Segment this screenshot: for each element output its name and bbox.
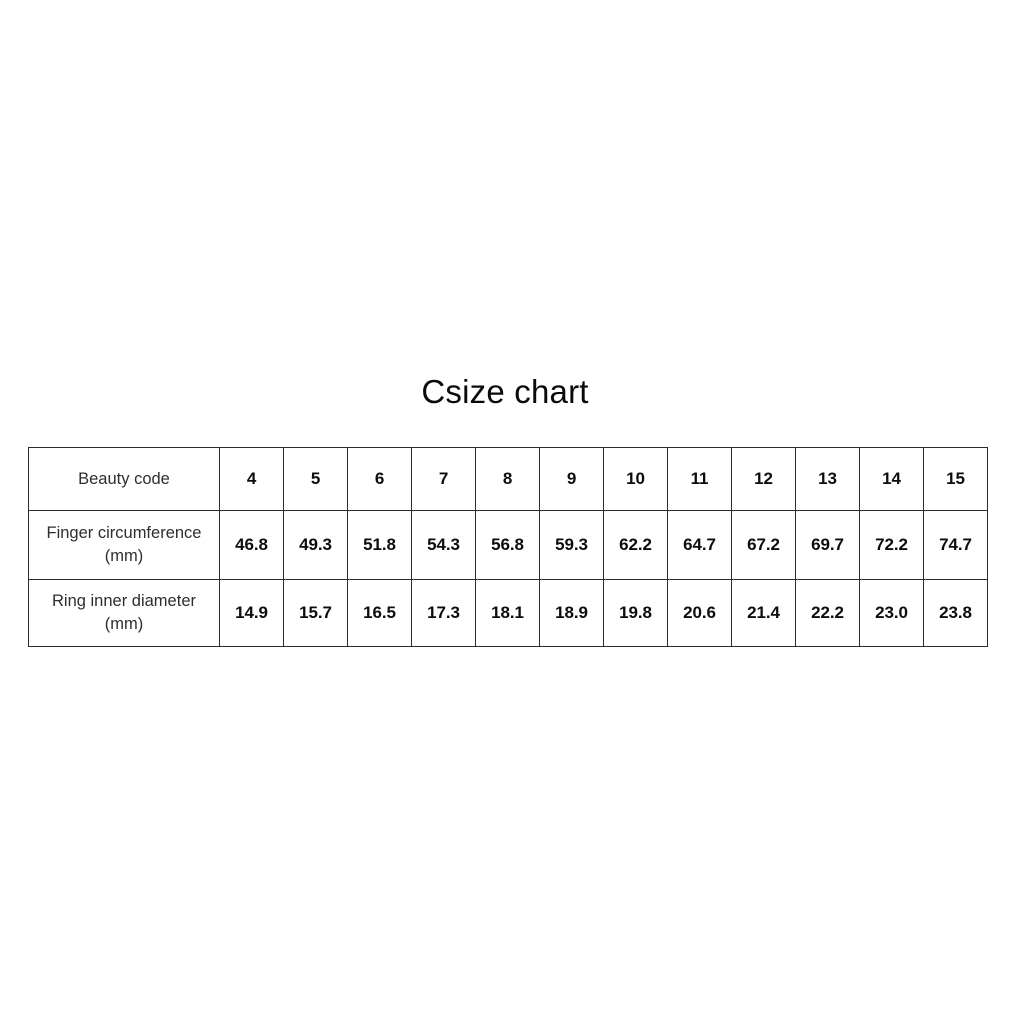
cell-finger-circumference-1: 49.3 xyxy=(283,510,348,580)
cell-ring-inner-diameter-0: 14.9 xyxy=(219,579,284,647)
row-label-ring-inner-diameter: Ring inner diameter (mm) xyxy=(28,579,220,647)
cell-finger-circumference-11: 74.7 xyxy=(923,510,988,580)
cell-ring-inner-diameter-6: 19.8 xyxy=(603,579,668,647)
cell-beauty-code-6: 10 xyxy=(603,447,668,511)
page-root: Csize chart Beauty code 4 5 6 7 8 9 10 1… xyxy=(0,0,1010,1010)
table-body: Beauty code 4 5 6 7 8 9 10 11 12 13 14 1… xyxy=(28,447,988,647)
cell-ring-inner-diameter-5: 18.9 xyxy=(539,579,604,647)
row-label-unit: (mm) xyxy=(104,547,144,565)
cell-finger-circumference-8: 67.2 xyxy=(731,510,796,580)
cell-ring-inner-diameter-2: 16.5 xyxy=(347,579,412,647)
row-label-unit: (mm) xyxy=(104,615,144,633)
cell-finger-circumference-6: 62.2 xyxy=(603,510,668,580)
cell-finger-circumference-4: 56.8 xyxy=(475,510,540,580)
row-label-text: Beauty code xyxy=(78,469,170,488)
cell-beauty-code-2: 6 xyxy=(347,447,412,511)
cell-beauty-code-4: 8 xyxy=(475,447,540,511)
cell-ring-inner-diameter-8: 21.4 xyxy=(731,579,796,647)
page-title: Csize chart xyxy=(421,373,589,410)
table-row: Beauty code 4 5 6 7 8 9 10 11 12 13 14 1… xyxy=(28,447,988,511)
size-chart-container: Beauty code 4 5 6 7 8 9 10 11 12 13 14 1… xyxy=(28,447,988,647)
cell-ring-inner-diameter-9: 22.2 xyxy=(795,579,860,647)
row-label-text: Ring inner diameter xyxy=(52,592,196,610)
cell-ring-inner-diameter-1: 15.7 xyxy=(283,579,348,647)
table-row: Ring inner diameter (mm) 14.9 15.7 16.5 … xyxy=(28,579,988,647)
cell-finger-circumference-10: 72.2 xyxy=(859,510,924,580)
cell-ring-inner-diameter-7: 20.6 xyxy=(667,579,732,647)
ring-size-table: Beauty code 4 5 6 7 8 9 10 11 12 13 14 1… xyxy=(28,447,988,647)
cell-ring-inner-diameter-4: 18.1 xyxy=(475,579,540,647)
cell-beauty-code-1: 5 xyxy=(283,447,348,511)
row-label-beauty-code: Beauty code xyxy=(28,447,220,511)
cell-beauty-code-7: 11 xyxy=(667,447,732,511)
cell-beauty-code-0: 4 xyxy=(219,447,284,511)
cell-beauty-code-3: 7 xyxy=(411,447,476,511)
cell-finger-circumference-2: 51.8 xyxy=(347,510,412,580)
cell-beauty-code-8: 12 xyxy=(731,447,796,511)
cell-finger-circumference-3: 54.3 xyxy=(411,510,476,580)
row-label-text: Finger circumference xyxy=(46,524,202,542)
cell-finger-circumference-9: 69.7 xyxy=(795,510,860,580)
cell-beauty-code-5: 9 xyxy=(539,447,604,511)
cell-ring-inner-diameter-10: 23.0 xyxy=(859,579,924,647)
cell-finger-circumference-0: 46.8 xyxy=(219,510,284,580)
row-label-finger-circumference: Finger circumference (mm) xyxy=(28,510,220,580)
cell-beauty-code-10: 14 xyxy=(859,447,924,511)
cell-beauty-code-11: 15 xyxy=(923,447,988,511)
cell-ring-inner-diameter-3: 17.3 xyxy=(411,579,476,647)
cell-finger-circumference-7: 64.7 xyxy=(667,510,732,580)
cell-beauty-code-9: 13 xyxy=(795,447,860,511)
table-row: Finger circumference (mm) 46.8 49.3 51.8… xyxy=(28,510,988,580)
cell-finger-circumference-5: 59.3 xyxy=(539,510,604,580)
cell-ring-inner-diameter-11: 23.8 xyxy=(923,579,988,647)
